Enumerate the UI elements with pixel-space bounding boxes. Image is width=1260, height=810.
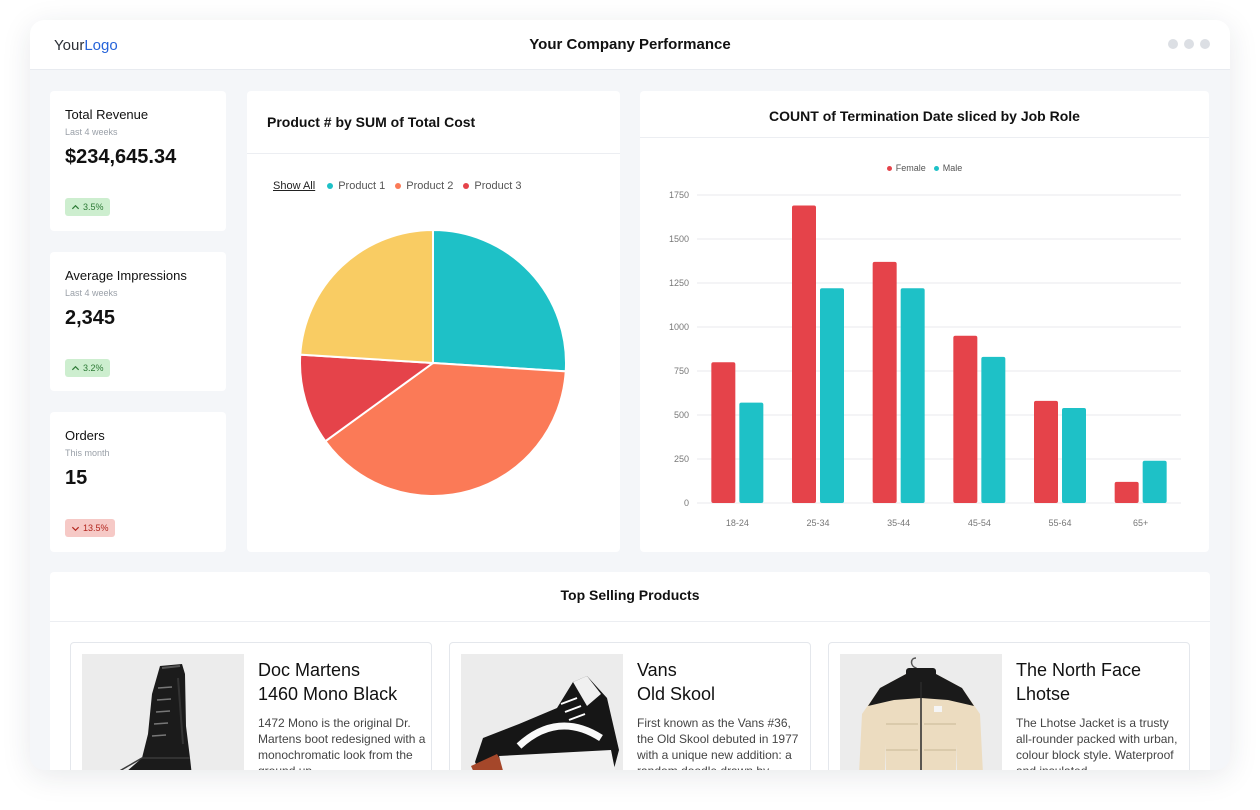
page-title: Your Company Performance	[529, 36, 731, 53]
product-image-jacket	[840, 654, 1002, 770]
sneaker-icon	[471, 676, 619, 770]
product-name: The North Face Lhotse	[1016, 658, 1181, 706]
product-card-the-north-face[interactable]: The North Face Lhotse The Lhotse Jacket i…	[828, 642, 1190, 770]
title-bar: YourLogo Your Company Performance	[30, 20, 1230, 70]
bar-female-65+[interactable]	[1114, 481, 1139, 503]
y-tick-label: 1250	[669, 278, 689, 288]
window-dot-3[interactable]	[1200, 39, 1210, 49]
product-description: First known as the Vans #36, the Old Sko…	[637, 716, 799, 770]
kpi-change-value: 13.5%	[83, 523, 109, 533]
x-tick-label: 25-34	[806, 518, 829, 528]
x-tick-label: 18-24	[726, 518, 749, 528]
kpi-change-badge: 3.2%	[65, 359, 110, 377]
legend-item-product-1[interactable]: Product 1	[327, 180, 385, 192]
product-name-line-2: Lhotse	[1016, 684, 1071, 704]
pie-slice-product-1[interactable]	[432, 231, 567, 373]
y-tick-label: 250	[674, 454, 689, 464]
products-title: Top Selling Products	[560, 587, 700, 603]
dashboard-window: YourLogo Your Company Performance Total …	[30, 20, 1230, 770]
kpi-subtitle: This month	[65, 448, 110, 458]
product-image-boot	[82, 654, 244, 770]
bar-female-18-24[interactable]	[711, 362, 736, 503]
bar-male-55-64[interactable]	[1062, 407, 1086, 503]
kpi-card-average-impressions: Average Impressions Last 4 weeks 2,345 3…	[50, 252, 226, 391]
arrow-down-icon	[71, 526, 80, 531]
pie-chart-card: Product # by SUM of Total Cost Show All …	[247, 91, 620, 552]
x-tick-label: 65+	[1133, 518, 1148, 528]
product-name-line-2: 1460 Mono Black	[258, 684, 398, 704]
legend-item-product-2[interactable]: Product 2	[395, 180, 453, 192]
top-selling-products-card: Top Selling Products Doc Martens 1460 Mo…	[50, 572, 1210, 770]
bar-female-35-44[interactable]	[872, 261, 897, 503]
kpi-title: Orders	[65, 428, 105, 443]
jacket-icon	[859, 657, 983, 770]
kpi-subtitle: Last 4 weeks	[65, 288, 118, 298]
window-controls	[1168, 39, 1210, 49]
kpi-change-badge: 13.5%	[65, 519, 115, 537]
kpi-change-badge: 3.5%	[65, 198, 110, 216]
show-all-link[interactable]: Show All	[273, 180, 315, 192]
pie-slice-unlabeled[interactable]	[299, 231, 434, 365]
y-tick-label: 0	[684, 498, 689, 508]
bar-chart: 0 250 500 750 1000 1250 1500 1750 18-24 25-34 35-4…	[669, 190, 1181, 528]
bar-female-45-54[interactable]	[953, 335, 978, 503]
y-tick-label: 1500	[669, 234, 689, 244]
product-card-doc-martens[interactable]: Doc Martens 1460 Mono Black 1472 Mono is …	[70, 642, 432, 770]
arrow-up-icon	[71, 204, 80, 209]
pie-card-header: Product # by SUM of Total Cost	[247, 91, 620, 154]
pie-legend: Show All Product 1 Product 2 Product 3	[273, 180, 531, 192]
kpi-change-value: 3.2%	[83, 363, 104, 373]
legend-dot	[395, 183, 402, 189]
product-name-line-1: Vans	[637, 660, 677, 680]
product-description: 1472 Mono is the original Dr. Martens bo…	[258, 716, 426, 770]
bar-female-55-64[interactable]	[1034, 400, 1058, 503]
y-tick-label: 500	[674, 410, 689, 420]
x-tick-label: 35-44	[887, 518, 910, 528]
window-dot-2[interactable]	[1184, 39, 1194, 49]
legend-label: Product 1	[338, 180, 386, 192]
kpi-card-orders: Orders This month 15 13.5%	[50, 412, 226, 552]
legend-label: Product 2	[406, 180, 454, 192]
kpi-value: 15	[65, 467, 88, 489]
arrow-up-icon	[71, 365, 80, 370]
y-tick-label: 1750	[669, 190, 689, 200]
bar-male-18-24[interactable]	[739, 402, 764, 503]
legend-dot	[463, 183, 470, 189]
product-name: Vans Old Skool	[637, 658, 802, 706]
y-tick-label: 1000	[669, 322, 689, 332]
bar-male-25-34[interactable]	[820, 288, 844, 503]
y-tick-label: 750	[674, 366, 689, 376]
pie-chart	[299, 231, 567, 497]
product-description: The Lhotse Jacket is a trusty all-rounde…	[1016, 716, 1178, 770]
bar-male-35-44[interactable]	[900, 288, 925, 503]
boot-icon	[119, 664, 192, 770]
pie-chart-title: Product # by SUM of Total Cost	[267, 114, 476, 130]
legend-dot	[327, 183, 334, 189]
product-name-line-1: Doc Martens	[258, 660, 361, 680]
bar-chart-card: COUNT of Termination Date sliced by Job …	[640, 91, 1209, 552]
kpi-change-value: 3.5%	[83, 202, 104, 212]
kpi-value: 2,345	[65, 307, 116, 329]
bar-male-65+[interactable]	[1142, 460, 1167, 503]
kpi-card-total-revenue: Total Revenue Last 4 weeks $234,645.34 3…	[50, 91, 226, 231]
product-card-vans[interactable]: Vans Old Skool First known as the Vans #3…	[449, 642, 811, 770]
product-name: Doc Martens 1460 Mono Black	[258, 658, 423, 706]
legend-label: Product 3	[474, 180, 522, 192]
legend-item-product-3[interactable]: Product 3	[463, 180, 521, 192]
product-image-sneaker	[461, 654, 623, 770]
kpi-subtitle: Last 4 weeks	[65, 127, 118, 137]
x-tick-label: 45-54	[968, 518, 991, 528]
bar-female-25-34[interactable]	[792, 205, 816, 503]
product-name-line-1: The North Face	[1016, 660, 1142, 680]
kpi-title: Total Revenue	[65, 107, 149, 122]
products-header: Top Selling Products	[50, 572, 1210, 622]
product-name-line-2: Old Skool	[637, 684, 716, 704]
kpi-title: Average Impressions	[65, 268, 187, 283]
bar-male-45-54[interactable]	[981, 356, 1006, 503]
x-tick-label: 55-64	[1048, 518, 1071, 528]
kpi-value: $234,645.34	[65, 146, 177, 168]
window-dot-1[interactable]	[1168, 39, 1178, 49]
